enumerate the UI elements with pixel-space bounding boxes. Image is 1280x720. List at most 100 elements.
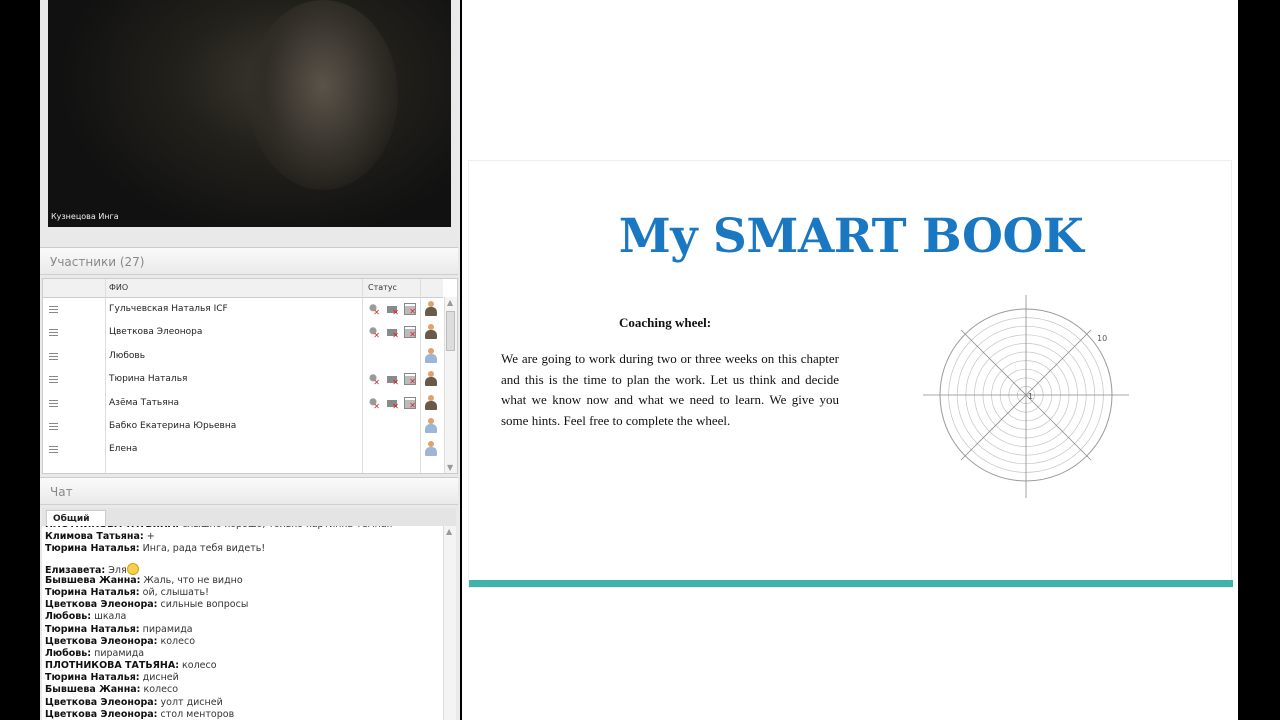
chat-message: Тюрина Наталья: ой, слышать! (45, 587, 440, 599)
mic-muted-icon[interactable]: ✕ (367, 303, 380, 317)
chat-text: колесо (157, 635, 196, 647)
mic-muted-icon[interactable]: ✕ (367, 326, 380, 340)
chat-message: Бывшева Жанна: колесо (45, 684, 440, 696)
webcam-video: Кузнецова Инга (48, 0, 451, 227)
chat-author: ПЛОТНИКОВА ТАТЬЯНА: (45, 526, 179, 530)
drag-handle-icon[interactable] (49, 329, 58, 337)
wheel-max-label: 10 (1097, 334, 1107, 343)
participant-row[interactable]: Цветкова Элеонора ✕ ✕ ✕ (43, 321, 443, 344)
coaching-wheel: 1 10 (923, 295, 1129, 498)
column-header-name[interactable]: ФИО (109, 283, 128, 292)
camera-off-icon[interactable]: ✕ (386, 326, 399, 340)
participants-scrollbar[interactable]: ▲ ▼ (444, 297, 457, 473)
chat-text: Жаль, что не видно (140, 574, 243, 586)
chat-author: Бывшева Жанна: (45, 684, 141, 696)
participant-name: Любовь (109, 350, 146, 361)
drag-handle-icon[interactable] (49, 376, 58, 384)
wheel-min-label: 1 (1028, 392, 1033, 401)
chat-text: + (143, 531, 155, 543)
wheel-spoke (960, 394, 1027, 461)
speaker-silhouette (248, 0, 398, 190)
wheel-spoke (960, 329, 1027, 396)
participant-row[interactable]: Азёма Татьяна ✕ ✕ ✕ (43, 392, 443, 415)
chat-author: ПЛОТНИКОВА ТАТЬЯНА: (45, 660, 180, 672)
drag-handle-icon[interactable] (49, 306, 58, 313)
chat-message: Любовь: шкала (45, 611, 440, 623)
participant-name: Азёма Татьяна (109, 397, 180, 408)
chat-message: Тюрина Наталья: дисней (45, 672, 440, 684)
chat-text: пирамида (139, 623, 193, 635)
participant-row[interactable]: Тюрина Наталья ✕ ✕ ✕ (43, 368, 443, 391)
left-panel: Кузнецова Инга Участники (27) ФИО Статус… (40, 0, 460, 720)
chat-text: дисней (139, 672, 179, 684)
drag-handle-icon[interactable] (49, 399, 58, 407)
chat-text: шкала (91, 611, 127, 623)
mic-muted-icon[interactable]: ✕ (367, 396, 380, 410)
wheel-spoke (1025, 394, 1092, 461)
chat-author: Тюрина Наталья: (45, 623, 140, 635)
chat-text: колесо (140, 684, 179, 696)
slide-heading: Coaching wheel: (619, 315, 712, 330)
participants-panel-title[interactable]: Участники (27) (40, 247, 458, 275)
chat-text: ой, слышать! (139, 586, 209, 598)
participant-row[interactable]: Бабко Екатерина Юрьевна (43, 415, 443, 438)
chat-messages: ПЛОТНИКОВА ТАТЬЯНА: слышно хорошо, тольк… (45, 526, 440, 720)
scrollbar-thumb[interactable] (446, 311, 455, 351)
chat-message: Цветкова Элеонора: сильные вопросы (45, 599, 440, 611)
camera-off-icon[interactable]: ✕ (386, 373, 399, 387)
chat-message: Бывшева Жанна: Жаль, что не видно (45, 575, 440, 587)
slide-footer-bar (469, 580, 1233, 587)
chat-text: уолт дисней (157, 696, 223, 708)
chat-author: Бывшева Жанна: (45, 574, 141, 586)
screen-share-off-icon[interactable]: ✕ (404, 303, 416, 316)
chat-text: колесо (179, 660, 217, 672)
user-avatar-icon (424, 324, 438, 340)
chat-author: Любовь: (45, 647, 92, 659)
column-header-status[interactable]: Статус (368, 283, 397, 292)
screen-share-off-icon[interactable]: ✕ (404, 326, 416, 339)
camera-off-icon[interactable]: ✕ (386, 303, 399, 317)
chat-tab-general[interactable]: Общий (46, 510, 106, 526)
participant-name: Тюрина Наталья (109, 374, 188, 385)
chat-message: Климова Татьяна: + (45, 531, 440, 543)
participant-row[interactable]: Елена (43, 438, 443, 461)
chat-message: ПЛОТНИКОВА ТАТЬЯНА: колесо (45, 660, 440, 672)
participant-name: Гульчевская Наталья ICF (109, 304, 228, 314)
participant-row[interactable]: Любовь (43, 345, 443, 368)
chat-panel-title[interactable]: Чат (40, 477, 458, 505)
user-avatar-icon (424, 418, 438, 434)
mic-muted-icon[interactable]: ✕ (367, 373, 380, 387)
chat-text: пирамида (91, 647, 145, 659)
drag-handle-icon[interactable] (49, 446, 58, 454)
scroll-down-icon[interactable]: ▼ (447, 463, 453, 472)
slide-body-text: We are going to work during two or three… (501, 351, 839, 428)
participant-name: Бабко Екатерина Юрьевна (109, 421, 237, 431)
slide: My SMART BOOK Coaching wheel: We are goi… (468, 160, 1233, 588)
chat-text: сильные вопросы (157, 599, 249, 611)
participant-name: Елена (109, 444, 138, 455)
drag-handle-icon[interactable] (49, 352, 58, 360)
chat-author: Климова Татьяна: (45, 531, 144, 543)
drag-handle-icon[interactable] (49, 423, 58, 430)
chat-author: Тюрина Наталья: (45, 586, 140, 598)
chat-message: Цветкова Элеонора: стол менторов (45, 709, 440, 720)
user-avatar-icon (424, 301, 438, 317)
chat-author: Цветкова Элеонора: (45, 708, 158, 720)
presentation-area: My SMART BOOK Coaching wheel: We are goi… (462, 0, 1238, 720)
chat-text: Инга, рада тебя видеть! (139, 543, 266, 555)
chat-tabbar: Общий (42, 508, 456, 526)
scroll-up-icon[interactable]: ▲ (447, 298, 453, 307)
slide-title: My SMART BOOK (618, 209, 1084, 264)
participants-table: ФИО Статус Гульчевская Наталья ICF ✕ ✕ ✕ Цве… (42, 278, 458, 474)
chat-author: Любовь: (45, 611, 92, 623)
chat-author: Цветкова Элеонора: (45, 696, 158, 708)
chat-author: Тюрина Наталья: (45, 672, 140, 684)
screen-share-off-icon[interactable]: ✕ (404, 373, 416, 386)
camera-off-icon[interactable]: ✕ (386, 396, 399, 410)
scroll-up-icon[interactable]: ▲ (446, 527, 452, 536)
chat-author: Тюрина Наталья: (45, 543, 140, 555)
chat-scrollbar[interactable]: ▲ (443, 526, 456, 720)
chat-log[interactable]: ПЛОТНИКОВА ТАТЬЯНА: слышно хорошо, тольк… (42, 526, 456, 720)
screen-share-off-icon[interactable]: ✕ (404, 396, 416, 409)
participant-row[interactable]: Гульчевская Наталья ICF ✕ ✕ ✕ (43, 298, 443, 321)
